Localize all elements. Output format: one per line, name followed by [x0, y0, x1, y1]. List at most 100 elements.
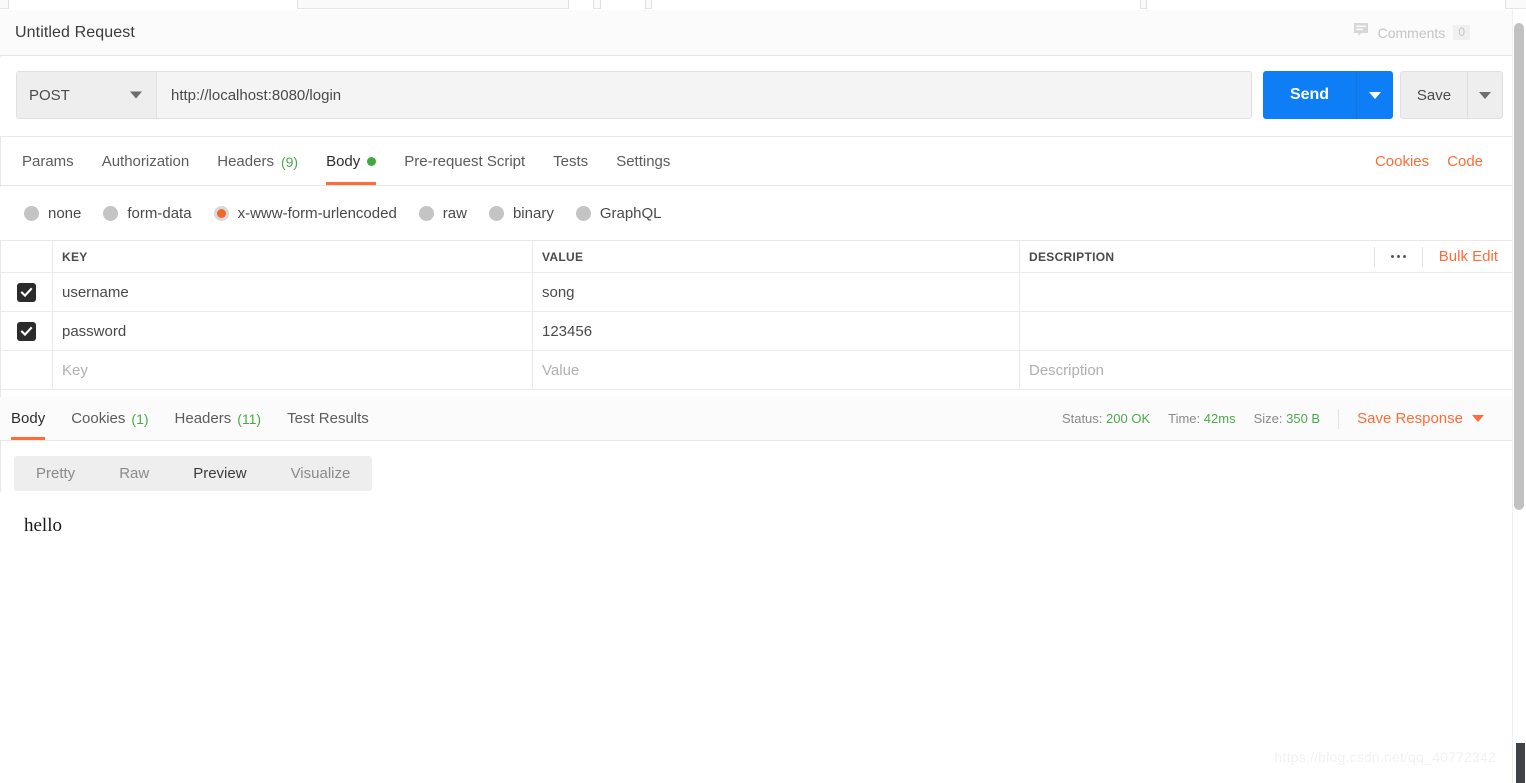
body-type-label: x-www-form-urlencoded [237, 205, 397, 222]
body-type-label: form-data [127, 205, 192, 222]
checkbox-checked-icon[interactable] [16, 282, 36, 302]
ellipsis-dot [1402, 255, 1406, 258]
tab-label: Headers [174, 410, 232, 427]
url-input-value: http://localhost:8080/login [171, 86, 342, 104]
send-button-group: Send [1263, 71, 1393, 119]
view-tab-raw[interactable]: Raw [97, 456, 171, 491]
row-value-input[interactable]: song [533, 273, 1020, 311]
tab-count: (11) [237, 410, 262, 427]
method-url-group: POST http://localhost:8080/login [16, 71, 1252, 119]
tab-fragment [1146, 0, 1506, 9]
view-tab-pretty[interactable]: Pretty [14, 456, 97, 491]
row-checkbox-cell[interactable] [0, 312, 53, 350]
save-button-group: Save [1400, 71, 1503, 119]
body-type-binary[interactable]: binary [488, 205, 554, 222]
row-checkbox-cell[interactable] [0, 273, 53, 311]
row-key-value: password [62, 322, 127, 340]
bulk-edit-link[interactable]: Bulk Edit [1421, 246, 1500, 267]
table-row-empty[interactable]: Key Value Description [0, 351, 1512, 390]
request-tabs: Params Authorization Headers (9) Body Pr… [0, 138, 1512, 186]
http-method-label: POST [29, 86, 70, 104]
tab-fragment [568, 0, 594, 9]
tab-tests[interactable]: Tests [539, 138, 602, 185]
comments-button[interactable]: Comments 0 [1352, 21, 1470, 44]
new-key-input[interactable]: Key [53, 351, 533, 389]
radio-selected-icon [213, 206, 229, 221]
chevron-down-icon [1472, 415, 1484, 422]
tab-body[interactable]: Body [312, 138, 390, 185]
radio-icon [575, 206, 591, 221]
new-description-placeholder: Description [1029, 361, 1105, 379]
save-button[interactable]: Save [1401, 72, 1468, 118]
header-checkbox-cell [0, 241, 53, 272]
body-type-label: none [48, 205, 82, 222]
vertical-scrollbar[interactable] [1512, 9, 1526, 783]
response-tab-test-results[interactable]: Test Results [274, 397, 382, 440]
table-row[interactable]: password 123456 [0, 312, 1512, 351]
response-tab-cookies[interactable]: Cookies (1) [58, 397, 161, 440]
send-options-button[interactable] [1357, 71, 1393, 119]
response-tab-headers[interactable]: Headers (11) [162, 397, 275, 440]
http-method-select[interactable]: POST [17, 72, 157, 118]
tab-label: Cookies [71, 410, 126, 427]
header-description: DESCRIPTION [1029, 249, 1115, 264]
body-type-x-www-form-urlencoded[interactable]: x-www-form-urlencoded [213, 205, 397, 222]
url-input[interactable]: http://localhost:8080/login [157, 72, 1251, 118]
save-response-label: Save Response [1357, 410, 1463, 427]
time-badge: Time: 42ms [1168, 411, 1235, 426]
code-link[interactable]: Code [1447, 153, 1483, 170]
row-checkbox-cell[interactable] [0, 351, 53, 389]
response-body-text: hello [24, 515, 62, 536]
comments-count-badge: 0 [1453, 25, 1470, 40]
table-header-actions: Bulk Edit [1373, 246, 1500, 267]
tab-settings[interactable]: Settings [602, 138, 684, 185]
time-value: 42ms [1203, 411, 1236, 426]
cookies-link[interactable]: Cookies [1375, 153, 1429, 170]
tab-pre-request-script[interactable]: Pre-request Script [390, 138, 539, 185]
checkbox-checked-icon[interactable] [16, 321, 36, 341]
row-value-value: song [542, 283, 575, 301]
body-type-radio-group: none form-data x-www-form-urlencoded raw… [0, 187, 1512, 240]
tab-label: Params [22, 153, 74, 170]
tab-params[interactable]: Params [8, 138, 88, 185]
size-badge: Size: 350 B [1254, 411, 1321, 426]
new-description-input[interactable]: Description [1020, 351, 1512, 389]
tab-count: (9) [280, 153, 299, 170]
save-response-button[interactable]: Save Response [1338, 408, 1484, 429]
header-key: KEY [53, 241, 533, 272]
body-type-raw[interactable]: raw [418, 205, 467, 222]
table-row[interactable]: username song [0, 273, 1512, 312]
response-tab-body[interactable]: Body [0, 397, 58, 440]
ellipsis-icon[interactable] [1373, 246, 1422, 267]
radio-icon [103, 206, 119, 221]
tab-headers[interactable]: Headers (9) [203, 138, 312, 185]
row-value-input[interactable]: 123456 [533, 312, 1020, 350]
header-description-cell: DESCRIPTION Bulk Edit [1020, 241, 1512, 272]
table-header-row: KEY VALUE DESCRIPTION Bulk Edit [0, 241, 1512, 273]
tab-fragment [8, 0, 298, 9]
view-tab-preview[interactable]: Preview [171, 456, 268, 491]
send-button[interactable]: Send [1263, 71, 1357, 119]
row-key-input[interactable]: password [53, 312, 533, 350]
tab-fragment [600, 0, 646, 9]
new-value-input[interactable]: Value [533, 351, 1020, 389]
chevron-down-icon [1479, 91, 1491, 99]
body-type-form-data[interactable]: form-data [103, 205, 192, 222]
url-bar-row: POST http://localhost:8080/login Send Sa… [0, 57, 1512, 137]
row-key-input[interactable]: username [53, 273, 533, 311]
view-tab-visualize[interactable]: Visualize [269, 456, 373, 491]
size-value: 350 B [1286, 411, 1321, 426]
status-value: 200 OK [1106, 411, 1151, 426]
status-label: Status: [1061, 411, 1103, 426]
save-options-button[interactable] [1468, 72, 1502, 118]
row-description-input[interactable] [1020, 312, 1512, 350]
body-type-graphql[interactable]: GraphQL [575, 205, 662, 222]
tab-authorization[interactable]: Authorization [88, 138, 204, 185]
row-description-input[interactable] [1020, 273, 1512, 311]
window-scrollbar-corner[interactable] [1516, 743, 1525, 783]
vertical-scrollbar-thumb[interactable] [1514, 23, 1524, 510]
body-type-label: binary [512, 205, 554, 222]
new-value-placeholder: Value [542, 361, 580, 379]
size-label: Size: [1253, 411, 1283, 426]
body-type-none[interactable]: none [24, 205, 81, 222]
